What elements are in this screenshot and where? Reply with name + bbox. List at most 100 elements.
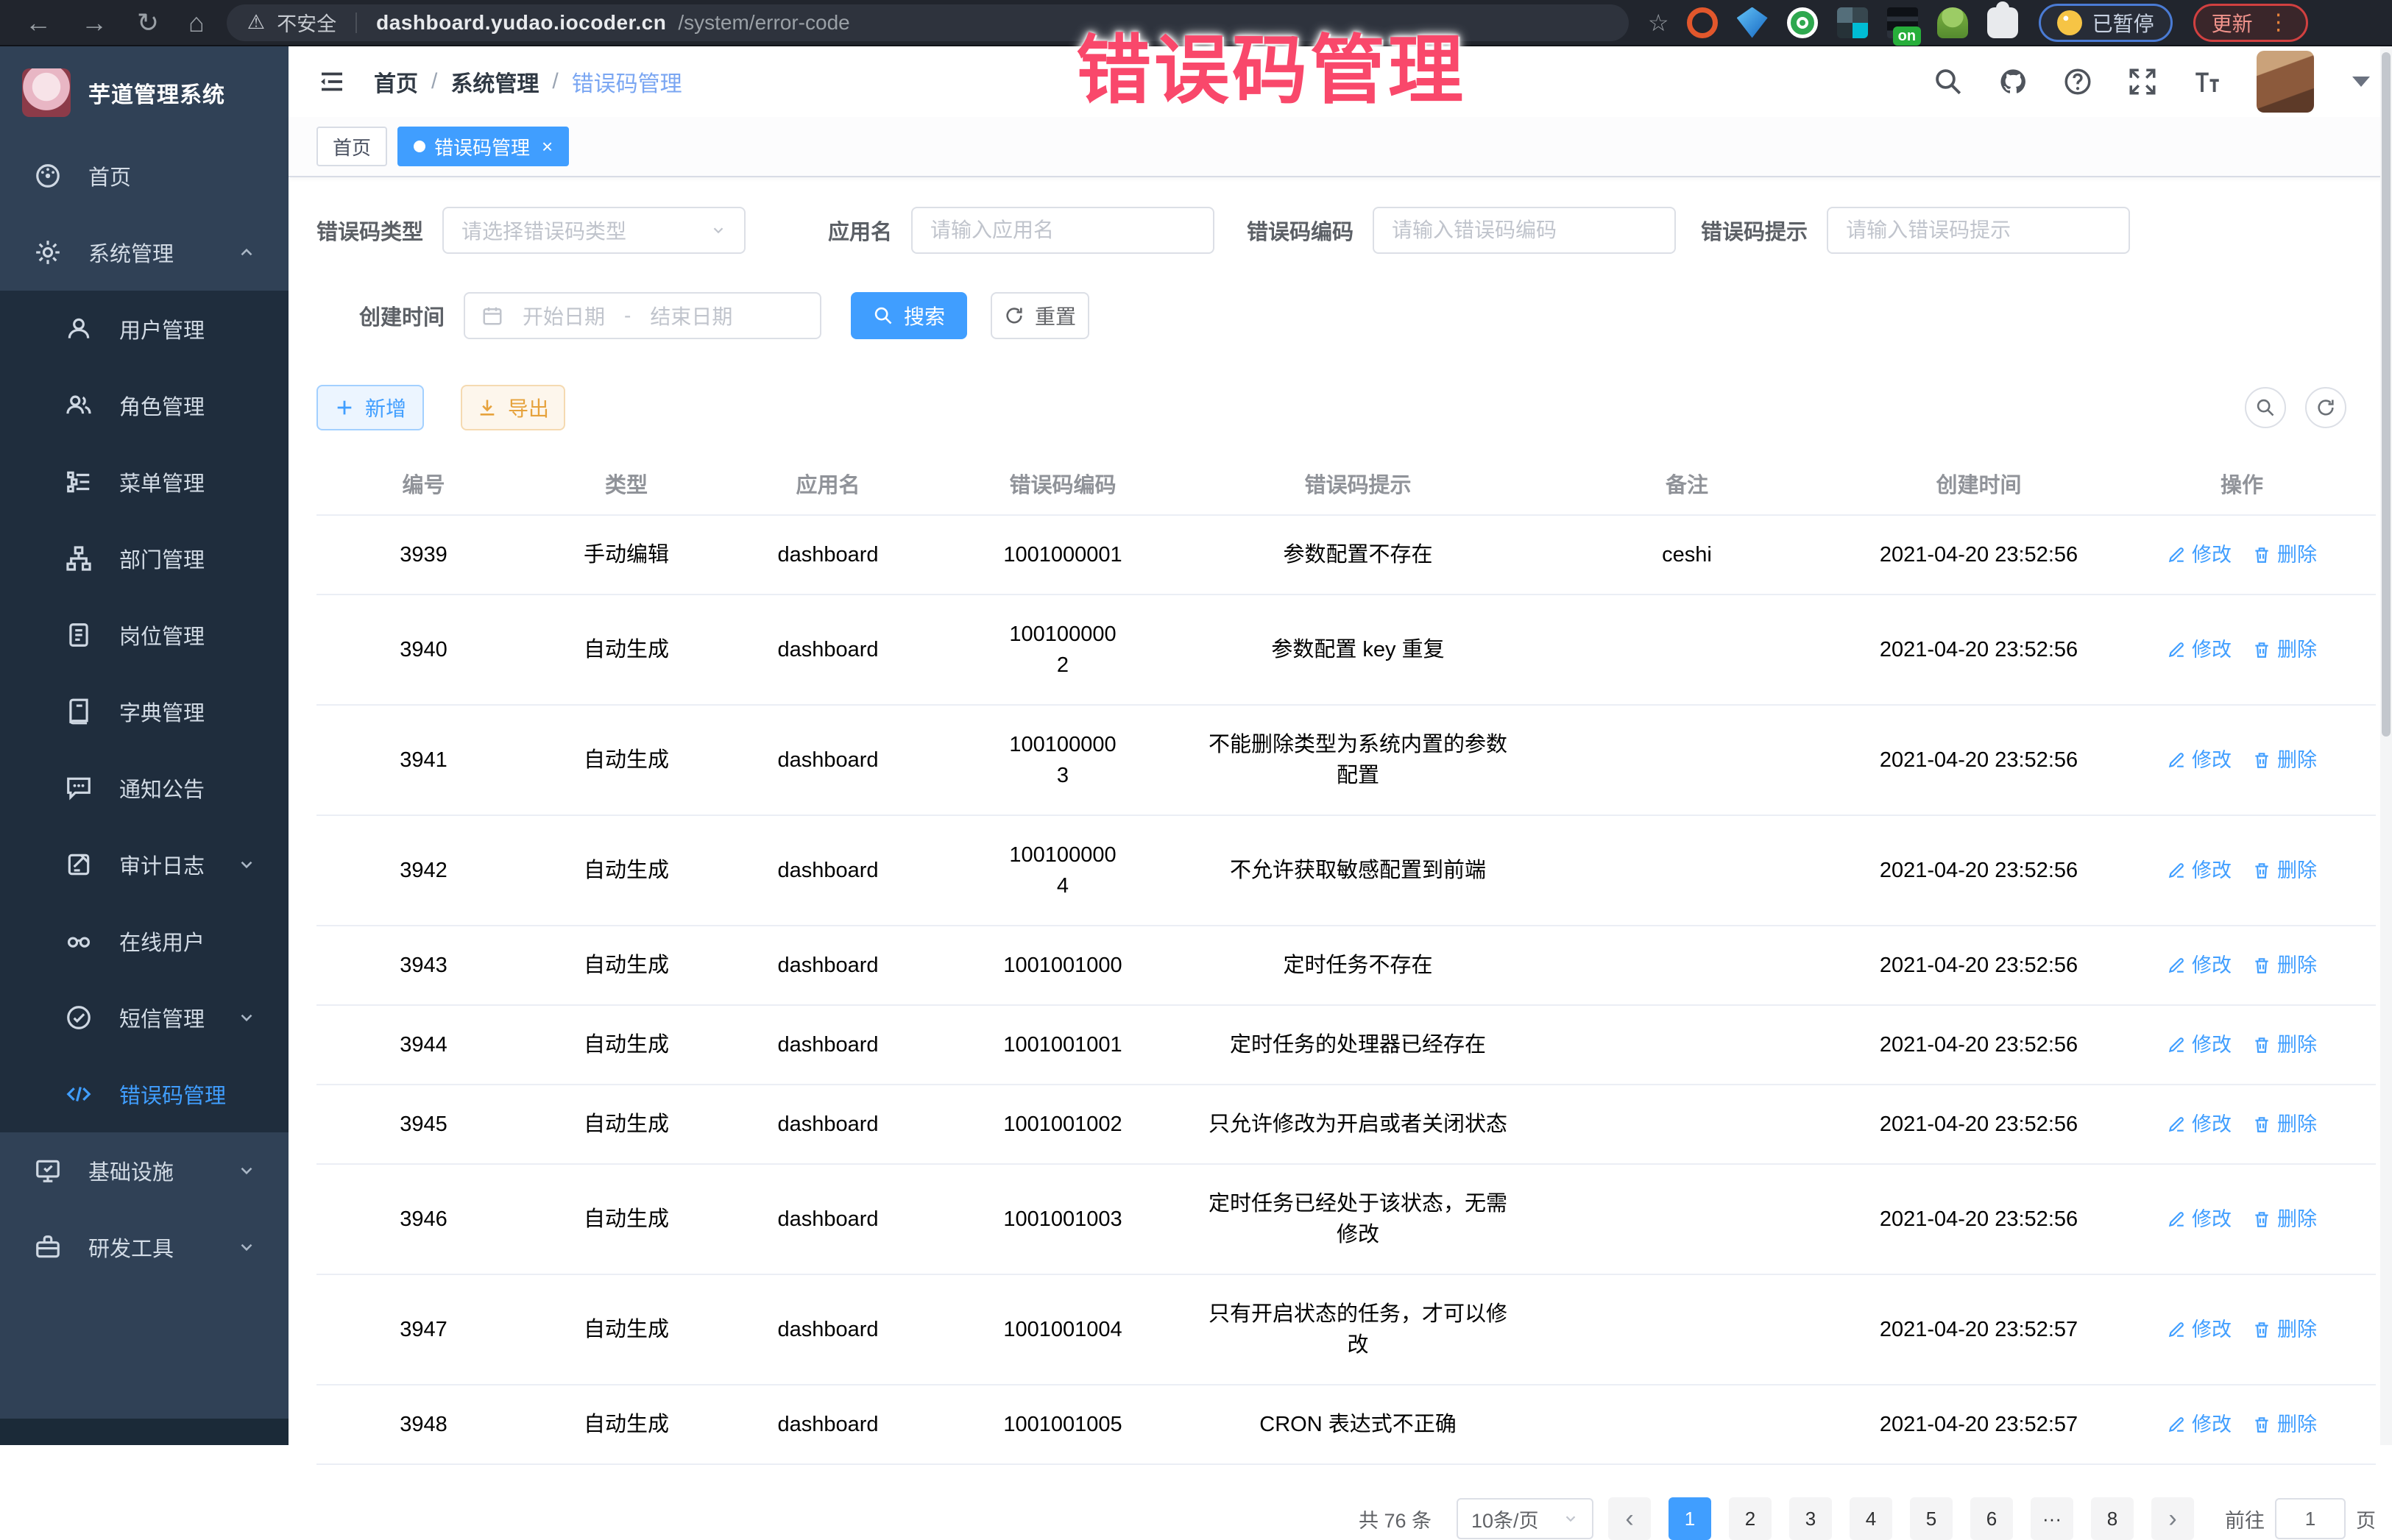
sidebar-item-announcement[interactable]: 通知公告: [0, 750, 289, 826]
edit-link[interactable]: 修改: [2167, 1029, 2232, 1060]
page-size-select[interactable]: 10条/页: [1457, 1498, 1593, 1539]
security-label[interactable]: 不安全: [277, 8, 336, 37]
edit-link[interactable]: 修改: [2167, 950, 2232, 981]
export-button[interactable]: 导出: [461, 385, 565, 430]
trash-icon: [2252, 1320, 2271, 1339]
edit-link[interactable]: 修改: [2167, 1204, 2232, 1235]
edit-label: 修改: [2192, 1029, 2232, 1060]
github-icon[interactable]: [1998, 66, 2028, 97]
page-button-5[interactable]: 5: [1910, 1497, 1953, 1540]
sidebar-item-sms-management[interactable]: 短信管理: [0, 979, 289, 1056]
reload-icon[interactable]: ↻: [137, 10, 159, 36]
sidebar-item-dev-tools[interactable]: 研发工具: [0, 1209, 289, 1285]
page-button-8[interactable]: 8: [2091, 1497, 2134, 1540]
sidebar-item-audit-log[interactable]: 审计日志: [0, 826, 289, 903]
sidebar-item-dict-management[interactable]: 字典管理: [0, 673, 289, 750]
edit-link[interactable]: 修改: [2167, 1409, 2232, 1440]
tab-close-icon[interactable]: ×: [542, 137, 553, 156]
page-scrollbar[interactable]: [2380, 46, 2392, 1445]
error-hint-input[interactable]: [1846, 219, 2111, 242]
back-icon[interactable]: ←: [25, 10, 52, 36]
bookmark-star-icon[interactable]: ☆: [1648, 9, 1669, 37]
show-search-toggle-button[interactable]: [2245, 387, 2286, 428]
create-time-range-picker[interactable]: 开始日期 - 结束日期: [464, 292, 821, 339]
delete-link[interactable]: 删除: [2252, 745, 2317, 776]
page-more-button[interactable]: ···: [2031, 1497, 2073, 1540]
error-code-input[interactable]: [1392, 219, 1657, 242]
add-button[interactable]: 新增: [316, 385, 424, 430]
delete-link[interactable]: 删除: [2252, 634, 2317, 665]
sidebar-item-error-code-management[interactable]: 错误码管理: [0, 1056, 289, 1132]
breadcrumb-system[interactable]: 系统管理: [450, 65, 539, 98]
edit-link[interactable]: 修改: [2167, 634, 2232, 665]
app-name-input[interactable]: [930, 219, 1195, 242]
delete-link[interactable]: 删除: [2252, 950, 2317, 981]
error-type-select[interactable]: 请选择错误码类型: [442, 207, 746, 254]
forward-icon[interactable]: →: [81, 10, 107, 36]
browser-update-button[interactable]: 更新 ⋮: [2193, 4, 2308, 42]
home-icon[interactable]: ⌂: [188, 10, 205, 36]
edit-link[interactable]: 修改: [2167, 1314, 2232, 1345]
page-button-3[interactable]: 3: [1789, 1497, 1832, 1540]
delete-link[interactable]: 删除: [2252, 1029, 2317, 1060]
badge-icon: [65, 621, 93, 649]
scrollbar-thumb[interactable]: [2382, 52, 2391, 737]
sidebar-item-menu-management[interactable]: 菜单管理: [0, 444, 289, 520]
trash-icon: [2252, 640, 2271, 659]
fullscreen-icon[interactable]: [2127, 66, 2158, 97]
page-button-6[interactable]: 6: [1970, 1497, 2013, 1540]
extension-icon-5[interactable]: on: [1887, 7, 1918, 38]
org-icon: [65, 544, 93, 572]
search-icon[interactable]: [1933, 66, 1964, 97]
refresh-table-button[interactable]: [2305, 387, 2346, 428]
user-avatar[interactable]: [2257, 51, 2314, 113]
sidebar-collapse-bar[interactable]: [0, 1419, 289, 1445]
extension-icon-3[interactable]: [1787, 7, 1818, 38]
sidebar-item-user-management[interactable]: 用户管理: [0, 291, 289, 367]
tab-error-code-management[interactable]: 错误码管理 ×: [397, 127, 569, 166]
tab-home[interactable]: 首页: [316, 127, 387, 166]
profile-paused-chip[interactable]: 已暂停: [2039, 4, 2173, 42]
extension-icon-1[interactable]: [1687, 7, 1718, 38]
delete-link[interactable]: 删除: [2252, 1109, 2317, 1140]
sidebar-item-system-management[interactable]: 系统管理: [0, 214, 289, 291]
edit-link[interactable]: 修改: [2167, 1109, 2232, 1140]
help-icon[interactable]: [2062, 66, 2093, 97]
edit-link[interactable]: 修改: [2167, 539, 2232, 570]
next-page-button[interactable]: ›: [2151, 1497, 2194, 1540]
sidebar-item-infrastructure[interactable]: 基础设施: [0, 1132, 289, 1209]
sidebar-logo[interactable]: 芋道管理系统: [0, 46, 289, 138]
search-button[interactable]: 搜索: [851, 292, 967, 339]
extension-icon-6[interactable]: [1937, 7, 1968, 38]
delete-link[interactable]: 删除: [2252, 1204, 2317, 1235]
extensions-puzzle-icon[interactable]: [1987, 7, 2018, 38]
sidebar-item-department-management[interactable]: 部门管理: [0, 520, 289, 597]
browser-menu-kebab-icon[interactable]: ⋮: [2268, 13, 2290, 32]
edit-link[interactable]: 修改: [2167, 745, 2232, 776]
extension-icon-4[interactable]: [1837, 7, 1868, 38]
sidebar-item-role-management[interactable]: 角色管理: [0, 367, 289, 444]
url-host[interactable]: dashboard.yudao.iocoder.cn: [376, 11, 666, 35]
page-button-4[interactable]: 4: [1850, 1497, 1892, 1540]
goto-page-input[interactable]: [2275, 1498, 2346, 1539]
cell-id: 3940: [316, 595, 531, 704]
delete-link[interactable]: 删除: [2252, 1409, 2317, 1440]
delete-link[interactable]: 删除: [2252, 539, 2317, 570]
end-date-placeholder: 结束日期: [650, 301, 732, 330]
hamburger-icon[interactable]: [316, 66, 347, 97]
delete-link[interactable]: 删除: [2252, 855, 2317, 886]
extension-icon-2[interactable]: [1737, 7, 1768, 38]
avatar-caret-down-icon[interactable]: [2352, 77, 2370, 87]
sidebar-item-home[interactable]: 首页: [0, 138, 289, 214]
page-button-1[interactable]: 1: [1669, 1497, 1711, 1540]
edit-link[interactable]: 修改: [2167, 855, 2232, 886]
page-button-2[interactable]: 2: [1729, 1497, 1772, 1540]
sidebar-item-online-users[interactable]: 在线用户: [0, 903, 289, 979]
reset-button[interactable]: 重置: [991, 292, 1089, 339]
breadcrumb-home[interactable]: 首页: [374, 65, 418, 98]
table-row: 3945 自动生成 dashboard 1001001002 只允许修改为开启或…: [316, 1085, 2376, 1165]
sidebar-item-post-management[interactable]: 岗位管理: [0, 597, 289, 673]
font-size-icon[interactable]: [2192, 66, 2223, 97]
prev-page-button[interactable]: ‹: [1608, 1497, 1651, 1540]
delete-link[interactable]: 删除: [2252, 1314, 2317, 1345]
